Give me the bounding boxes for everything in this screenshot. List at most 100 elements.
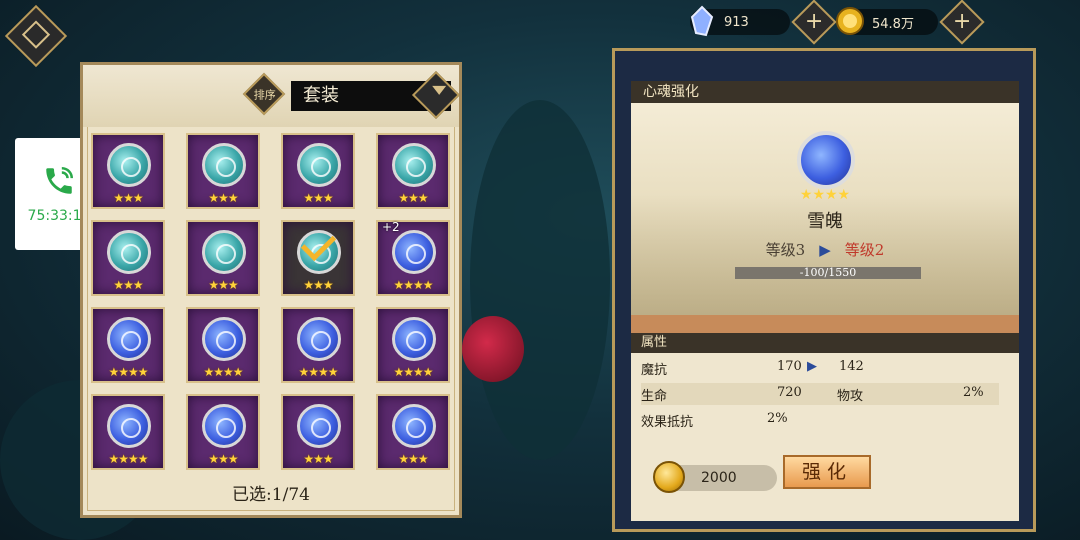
arrow-right-icon: ▶ [819, 241, 831, 259]
soul-slot[interactable]: ★★★★ [91, 307, 165, 383]
gold-resource: 54.8万 + [836, 0, 985, 45]
exp-progress-bar: -100/1550 [735, 267, 921, 279]
slot-stars: ★★★★ [203, 365, 243, 379]
attr-name: 物攻 [837, 389, 864, 404]
soul-orb-icon [392, 317, 436, 361]
cost-value: 2000 [701, 470, 737, 486]
panel-title: 心魂强化 [631, 81, 1019, 103]
soul-slot[interactable]: ★★★ [281, 394, 355, 470]
background-tower [470, 100, 610, 460]
plus-icon: + [804, 9, 824, 34]
soul-orb-icon [202, 317, 246, 361]
phone-call-icon [46, 166, 74, 194]
soul-slot[interactable]: ★★★ [376, 133, 450, 209]
soul-orb-icon [392, 230, 436, 274]
attr-value: 170 [777, 359, 802, 374]
slot-stars: ★★★ [303, 452, 333, 466]
attr-value: 2% [767, 411, 788, 426]
soul-orb-icon [297, 404, 341, 448]
attribute-row: 生命 720 物攻 2% [641, 383, 999, 405]
attr-value: 2% [963, 385, 984, 400]
slot-stars: ★★★★ [108, 365, 148, 379]
slot-stars: ★★★ [303, 278, 333, 292]
stage-floor [631, 315, 1019, 333]
soul-orb-icon [297, 143, 341, 187]
slot-stars: ★★★★ [298, 365, 338, 379]
soul-orb-icon [107, 143, 151, 187]
back-button[interactable] [4, 4, 68, 68]
back-icon [21, 20, 51, 49]
soul-orb-icon [107, 230, 151, 274]
soul-orb-icon [392, 404, 436, 448]
level-next: 等级2 [844, 241, 885, 259]
attribute-row: 效果抵抗 2% [641, 409, 999, 431]
slot-stars: ★★★★ [393, 278, 433, 292]
set-filter-dropdown[interactable]: 套装 [291, 70, 461, 120]
selected-count: 已选:1/74 [232, 485, 310, 505]
attr-name: 魔抗 [641, 363, 668, 378]
crystal-count: 913 [724, 14, 749, 30]
background-red-orb [462, 316, 524, 382]
soul-orb-icon [107, 404, 151, 448]
dropdown-arrow-icon[interactable] [411, 70, 461, 120]
soul-orb-icon [202, 143, 246, 187]
slot-stars: ★★★ [208, 191, 238, 205]
slot-stars: ★★★ [208, 278, 238, 292]
sort-label: 排序 [253, 88, 276, 102]
add-gold-button[interactable]: + [939, 0, 985, 45]
slot-stars: ★★★ [398, 452, 428, 466]
add-crystal-button[interactable]: + [791, 0, 837, 45]
soul-name: 雪魄 [807, 211, 843, 232]
arrow-right-icon: ▶ [807, 359, 817, 374]
slot-stars: ★★★ [113, 278, 143, 292]
soul-slot[interactable]: ★★★★ [376, 307, 450, 383]
gold-count: 54.8万 [872, 16, 914, 32]
soul-slot[interactable]: ★★★★ +2 [376, 220, 450, 296]
soul-slot[interactable]: ★★★ [281, 133, 355, 209]
crystal-resource: 913 + [690, 0, 837, 45]
gold-coin-icon [836, 7, 864, 35]
attr-value: 720 [777, 385, 802, 400]
soul-orb-icon [202, 230, 246, 274]
soul-slot[interactable]: ★★★★ [91, 394, 165, 470]
slot-stars: ★★★ [208, 452, 238, 466]
enhance-cost: 2000 [653, 461, 777, 493]
enhance-button[interactable]: 强化 [783, 455, 871, 489]
plus-icon: + [952, 9, 972, 34]
set-filter-value: 套装 [303, 85, 339, 106]
crystal-icon [690, 5, 714, 37]
sort-button[interactable]: 排序 [242, 72, 286, 116]
enhance-panel: 心魂强化 ★★★★ 雪魄 等级3 ▶ 等级2 -100/1550 属性 魔抗 170… [612, 48, 1036, 532]
slot-stars: ★★★ [303, 191, 333, 205]
soul-preview-scroll: ★★★★ 雪魄 等级3 ▶ 等级2 -100/1550 [631, 103, 1019, 333]
attribute-row: 魔抗 170 ▶ 142 [641, 357, 999, 379]
soul-slot[interactable]: ★★★ [376, 394, 450, 470]
attributes-header: 属性 [631, 333, 1019, 353]
level-change: 等级3 ▶ 等级2 [631, 239, 1019, 260]
attr-next-value: 142 [839, 359, 864, 374]
soul-slot[interactable]: ★★★ [186, 220, 260, 296]
slot-stars: ★★★★ [108, 452, 148, 466]
soul-slot[interactable]: ★★★ [91, 133, 165, 209]
attr-name: 效果抵抗 [641, 415, 694, 430]
slot-stars: ★★★★ [393, 365, 433, 379]
soul-orb-icon [107, 317, 151, 361]
soul-orb-icon [392, 143, 436, 187]
soul-orb-icon [797, 131, 855, 189]
soul-list-panel: 排序 套装 ★★★ ★★★ ★★★ ★★★ ★★★ ★★★ ★★★ ★★★★ +2 ★★★★ ★★★… [80, 62, 462, 518]
soul-slot[interactable]: ★★★ [186, 133, 260, 209]
level-current: 等级3 [765, 241, 806, 259]
soul-slot[interactable]: ★★★★ [186, 307, 260, 383]
attr-name: 生命 [641, 389, 668, 404]
slot-stars: ★★★ [398, 191, 428, 205]
soul-orb-icon [202, 404, 246, 448]
soul-slot[interactable]: ★★★ [91, 220, 165, 296]
list-header: 排序 套装 [83, 65, 461, 127]
slot-level-badge: +2 [382, 220, 400, 234]
soul-orb-icon [297, 317, 341, 361]
soul-slot[interactable]: ★★★ [186, 394, 260, 470]
soul-slot[interactable]: ★★★ [281, 220, 355, 296]
soul-slot[interactable]: ★★★★ [281, 307, 355, 383]
soul-stars: ★★★★ [799, 187, 851, 203]
gold-coin-icon [653, 461, 685, 493]
